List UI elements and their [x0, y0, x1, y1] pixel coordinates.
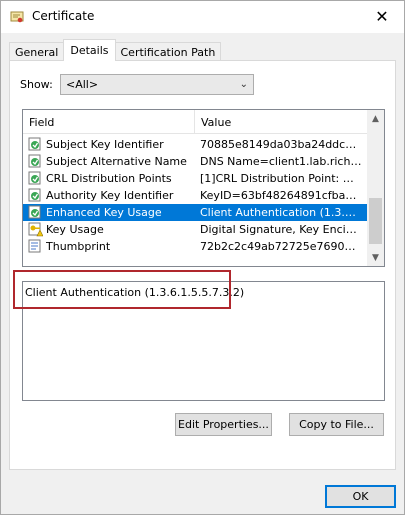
fields-list-row[interactable]: Key Usage Digital Signature, Key Encipher…: [23, 221, 367, 238]
fields-list-row[interactable]: Subject Alternative Name DNS Name=client1…: [23, 153, 367, 170]
edit-properties-button[interactable]: Edit Properties...: [175, 413, 272, 436]
tab-strip: General Details Certification Path: [9, 39, 222, 61]
cert-field-icon: [28, 188, 43, 203]
window-title: Certificate: [32, 9, 95, 23]
column-header-value[interactable]: Value: [195, 110, 367, 134]
field-name-cell: Key Usage: [46, 223, 104, 236]
tab-general[interactable]: General: [9, 42, 65, 61]
field-name-cell: Thumbprint: [46, 240, 111, 253]
copy-to-file-button[interactable]: Copy to File...: [289, 413, 384, 436]
fields-list-row[interactable]: Enhanced Key Usage Client Authentication …: [23, 204, 367, 221]
cert-property-icon: [28, 239, 43, 254]
dialog-client-area: General Details Certification Path Show:…: [1, 33, 404, 514]
certificate-dialog: Certificate ✕ General Details Certificat…: [0, 0, 405, 515]
show-dropdown[interactable]: <All> ⌄: [60, 74, 254, 95]
fields-list-row[interactable]: Thumbprint 72b2c2c49ab72725e76906d1...: [23, 238, 367, 255]
certificate-icon: [10, 11, 24, 23]
vertical-scrollbar[interactable]: ▲ ▼: [367, 110, 384, 266]
fields-list-row[interactable]: CRL Distribution Points [1]CRL Distributi…: [23, 170, 367, 187]
fields-list-rows: Subject Key Identifier 70885e8149da03ba24…: [23, 136, 367, 255]
fields-list-header: Field Value: [23, 110, 367, 134]
cert-field-icon: [28, 171, 43, 186]
field-value-cell: Digital Signature, Key Encipher...: [200, 223, 362, 236]
fields-list-row[interactable]: Subject Key Identifier 70885e8149da03ba24…: [23, 136, 367, 153]
scroll-up-arrow-icon[interactable]: ▲: [367, 110, 384, 127]
scroll-down-arrow-icon[interactable]: ▼: [367, 249, 384, 266]
show-dropdown-value: <All>: [66, 78, 99, 91]
chevron-down-icon: ⌄: [239, 79, 248, 90]
close-icon: ✕: [375, 7, 389, 26]
ok-button[interactable]: OK: [325, 485, 396, 508]
details-tab-panel: Show: <All> ⌄ Field Value Subject Key Id…: [9, 60, 396, 470]
field-value-cell: [1]CRL Distribution Point: Distr...: [200, 172, 362, 185]
tab-certification-path[interactable]: Certification Path: [114, 42, 222, 61]
field-name-cell: Enhanced Key Usage: [46, 206, 162, 219]
highlight-annotation-box: [13, 270, 231, 309]
scrollbar-thumb[interactable]: [369, 198, 382, 244]
field-value-cell: 72b2c2c49ab72725e76906d1...: [200, 240, 362, 253]
fields-list[interactable]: Field Value Subject Key Identifier 70885e…: [22, 109, 385, 267]
field-name-cell: Subject Key Identifier: [46, 138, 164, 151]
warning-key-icon: [28, 222, 44, 237]
field-value-cell: 70885e8149da03ba24ddc4b1...: [200, 138, 362, 151]
tab-details[interactable]: Details: [63, 39, 116, 61]
cert-field-icon: [28, 205, 43, 220]
field-value-cell: Client Authentication (1.3.6.1....: [200, 206, 362, 219]
title-bar: Certificate ✕: [1, 1, 404, 33]
cert-field-icon: [28, 154, 43, 169]
cert-field-icon: [28, 137, 43, 152]
field-value-cell: DNS Name=client1.lab.richard...: [200, 155, 362, 168]
field-name-cell: Authority Key Identifier: [46, 189, 174, 202]
field-name-cell: Subject Alternative Name: [46, 155, 187, 168]
field-name-cell: CRL Distribution Points: [46, 172, 172, 185]
show-label: Show:: [20, 78, 53, 91]
field-value-cell: KeyID=63bf48264891cfba8fe...: [200, 189, 362, 202]
column-header-field[interactable]: Field: [23, 110, 195, 134]
fields-list-row[interactable]: Authority Key Identifier KeyID=63bf482648…: [23, 187, 367, 204]
close-button[interactable]: ✕: [360, 1, 404, 32]
